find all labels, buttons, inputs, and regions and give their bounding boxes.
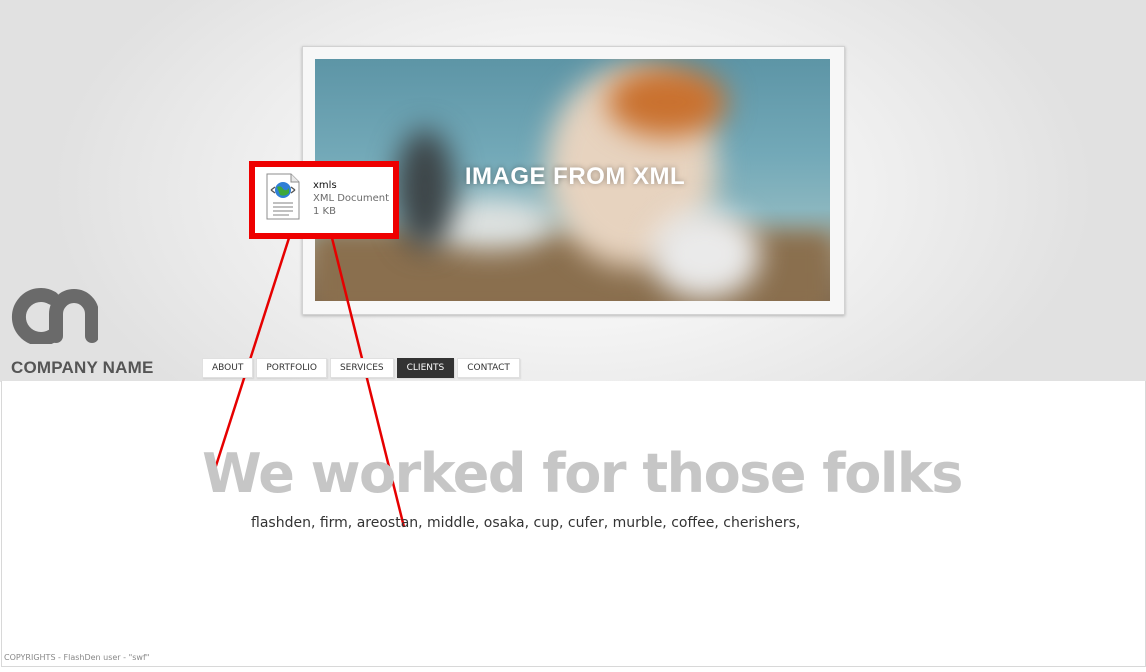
company-name: COMPANY NAME xyxy=(11,358,154,377)
nav-item-about[interactable]: ABOUT xyxy=(202,358,254,378)
company-logo xyxy=(11,288,98,344)
nav-item-portfolio[interactable]: PORTFOLIO xyxy=(256,358,327,378)
file-type: XML Document xyxy=(313,193,390,204)
clients-list: flashden, firm, areostan, middle, osaka,… xyxy=(251,515,801,531)
file-size: 1 KB xyxy=(313,206,336,217)
xml-file-callout: xmls XML Document 1 KB xyxy=(249,161,399,239)
file-name: xmls xyxy=(313,180,337,191)
nav-item-services[interactable]: SERVICES xyxy=(329,358,394,378)
clients-headline: We worked for those folks xyxy=(202,442,963,505)
nav-item-contact[interactable]: CONTACT xyxy=(457,358,520,378)
main-nav: ABOUT PORTFOLIO SERVICES CLIENTS CONTACT xyxy=(202,358,523,378)
copyright-text: COPYRIGHTS - FlashDen user - "swf" xyxy=(4,653,150,662)
nav-item-clients[interactable]: CLIENTS xyxy=(396,358,455,378)
xml-document-icon xyxy=(266,173,300,220)
